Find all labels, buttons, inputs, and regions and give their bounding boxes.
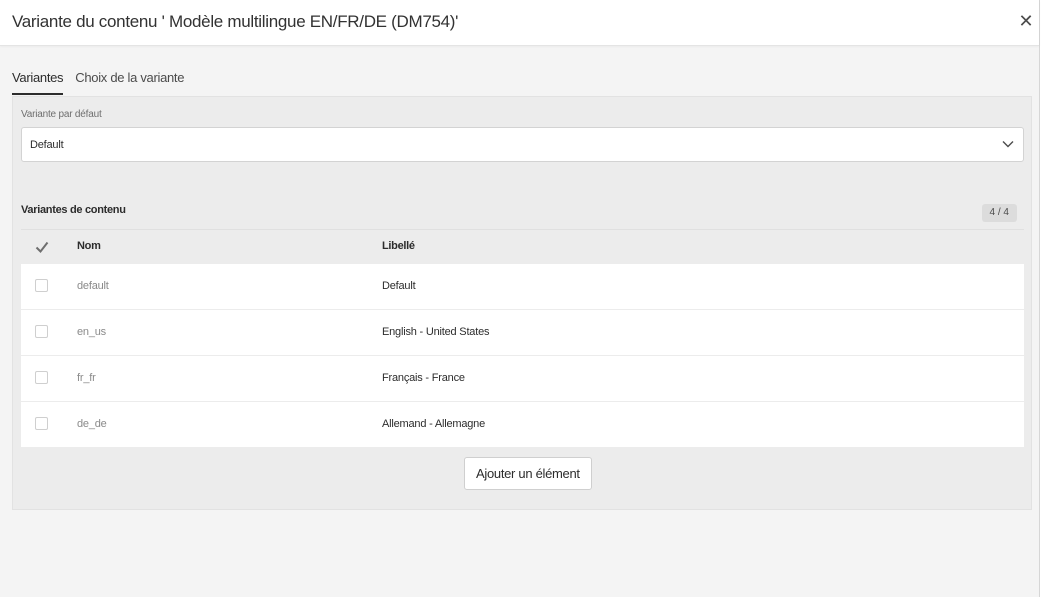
- count-badge: 4 / 4: [981, 204, 1017, 222]
- dialog-header: Variante du contenu ' Modèle multilingue…: [0, 0, 1039, 46]
- tab-variantes[interactable]: Variantes: [12, 70, 64, 95]
- cell-nom: en_us: [77, 326, 106, 338]
- content-variants-table: Nom Libellé default Default en_us Englis…: [21, 229, 1024, 447]
- cell-libelle: Allemand - Allemagne: [382, 418, 486, 430]
- cell-nom: default: [77, 280, 109, 292]
- default-variant-select[interactable]: Default: [21, 127, 1024, 162]
- cell-libelle: English - United States: [382, 326, 490, 338]
- cell-libelle: Default: [382, 280, 416, 292]
- close-icon: ✕: [1018, 10, 1034, 31]
- dialog-title: Variante du contenu ' Modèle multilingue…: [12, 12, 459, 31]
- table-row[interactable]: de_de Allemand - Allemagne: [21, 402, 1024, 447]
- cell-nom: de_de: [77, 418, 107, 430]
- close-button[interactable]: ✕: [1015, 10, 1037, 32]
- add-element-button[interactable]: Ajouter un élément: [464, 457, 592, 490]
- cell-libelle: Français - France: [382, 372, 465, 384]
- checkmark-icon[interactable]: [35, 240, 49, 254]
- cell-nom: fr_fr: [77, 372, 96, 384]
- column-header-libelle[interactable]: Libellé: [382, 240, 415, 252]
- default-variant-value: Default: [30, 139, 64, 151]
- row-checkbox[interactable]: [35, 325, 48, 338]
- content-variants-title: Variantes de contenu: [21, 204, 126, 216]
- row-checkbox[interactable]: [35, 417, 48, 430]
- variants-panel: Variante par défaut Default Variantes de…: [12, 96, 1032, 510]
- table-row[interactable]: en_us English - United States: [21, 310, 1024, 356]
- variant-dialog: Variante du contenu ' Modèle multilingue…: [0, 0, 1040, 597]
- column-header-nom[interactable]: Nom: [77, 240, 101, 252]
- table-row[interactable]: default Default: [21, 264, 1024, 310]
- table-header: Nom Libellé: [21, 229, 1024, 264]
- table-row[interactable]: fr_fr Français - France: [21, 356, 1024, 402]
- chevron-down-icon: [1002, 141, 1014, 148]
- row-checkbox[interactable]: [35, 279, 48, 292]
- row-checkbox[interactable]: [35, 371, 48, 384]
- default-variant-label: Variante par défaut: [21, 109, 102, 120]
- tab-choix-de-la-variante[interactable]: Choix de la variante: [75, 70, 184, 95]
- tab-bar: Variantes Choix de la variante: [12, 70, 184, 95]
